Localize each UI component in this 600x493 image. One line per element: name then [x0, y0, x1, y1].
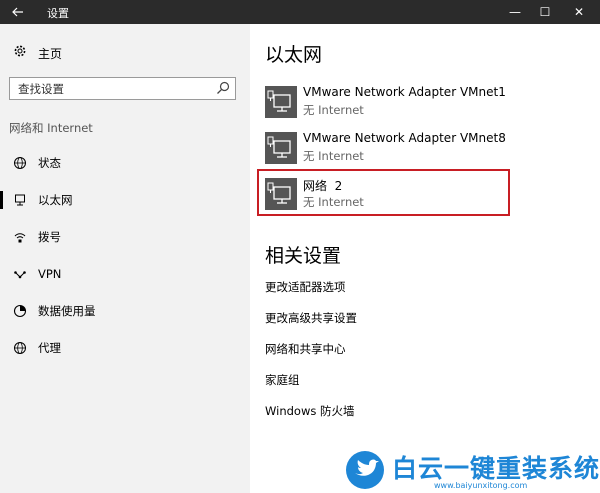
back-button[interactable] [0, 0, 36, 24]
main-content: 以太网 VMware Network Adapter VMnet1 无 Inte… [250, 24, 600, 493]
sidebar-item-label: 状态 [38, 156, 61, 170]
ethernet-adapter-icon [265, 86, 297, 118]
sidebar-item-data-usage[interactable]: 数据使用量 [0, 296, 250, 326]
link-windows-firewall[interactable]: Windows 防火墙 [265, 403, 355, 419]
bird-logo-icon [346, 451, 384, 489]
watermark: 白云一键重装系统 www.baiyunxitong.com [342, 447, 600, 493]
page-title: 以太网 [265, 44, 323, 66]
minimize-button[interactable]: — [500, 0, 530, 24]
adapter-vmnet1[interactable]: VMware Network Adapter VMnet1 无 Internet [265, 82, 510, 122]
adapter-name: VMware Network Adapter VMnet1 [303, 85, 506, 99]
adapter-status: 无 Internet [303, 103, 364, 117]
sidebar-item-ethernet[interactable]: 以太网 [0, 185, 250, 215]
data-usage-icon [12, 304, 28, 318]
highlight-box [257, 169, 510, 216]
section-label: 网络和 Internet [9, 121, 93, 135]
sidebar-item-vpn[interactable]: VPN [0, 259, 250, 289]
search-box[interactable] [9, 77, 236, 100]
link-change-adapter-options[interactable]: 更改适配器选项 [265, 279, 346, 295]
watermark-url: www.baiyunxitong.com [434, 481, 528, 490]
search-icon[interactable] [215, 80, 231, 96]
search-input[interactable] [10, 78, 218, 99]
dialup-icon [12, 230, 28, 244]
adapter-name: VMware Network Adapter VMnet8 [303, 131, 506, 145]
sidebar-item-dialup[interactable]: 拨号 [0, 222, 250, 252]
sidebar-item-label: 代理 [38, 341, 61, 355]
ethernet-adapter-icon [265, 132, 297, 164]
window-title: 设置 [47, 7, 69, 20]
maximize-button[interactable]: ☐ [530, 0, 560, 24]
globe-status-icon [12, 156, 28, 170]
sidebar-item-label: 数据使用量 [38, 304, 96, 318]
adapter-vmnet8[interactable]: VMware Network Adapter VMnet8 无 Internet [265, 128, 510, 168]
vpn-icon [12, 267, 28, 281]
back-arrow-icon [12, 7, 23, 17]
ethernet-icon [12, 193, 28, 207]
home-label: 主页 [38, 46, 63, 61]
link-advanced-sharing[interactable]: 更改高级共享设置 [265, 310, 357, 326]
link-network-sharing-center[interactable]: 网络和共享中心 [265, 341, 346, 357]
sidebar-item-label: 拨号 [38, 230, 61, 244]
sidebar: 主页 网络和 Internet 状态 以太网 拨号 VPN 数据使用量 [0, 24, 250, 493]
close-button[interactable]: ✕ [564, 0, 594, 24]
sidebar-item-label: VPN [38, 267, 62, 281]
sidebar-item-label: 以太网 [38, 193, 73, 207]
watermark-brand: 白云一键重装系统 [392, 454, 600, 483]
adapter-status: 无 Internet [303, 149, 364, 163]
home-link[interactable]: 主页 [12, 44, 62, 62]
gear-icon [12, 44, 28, 62]
title-bar: 设置 — ☐ ✕ [0, 0, 600, 24]
sidebar-item-proxy[interactable]: 代理 [0, 333, 250, 363]
proxy-globe-icon [12, 341, 28, 355]
link-homegroup[interactable]: 家庭组 [265, 372, 300, 388]
related-settings-title: 相关设置 [265, 245, 342, 267]
sidebar-item-status[interactable]: 状态 [0, 148, 250, 178]
